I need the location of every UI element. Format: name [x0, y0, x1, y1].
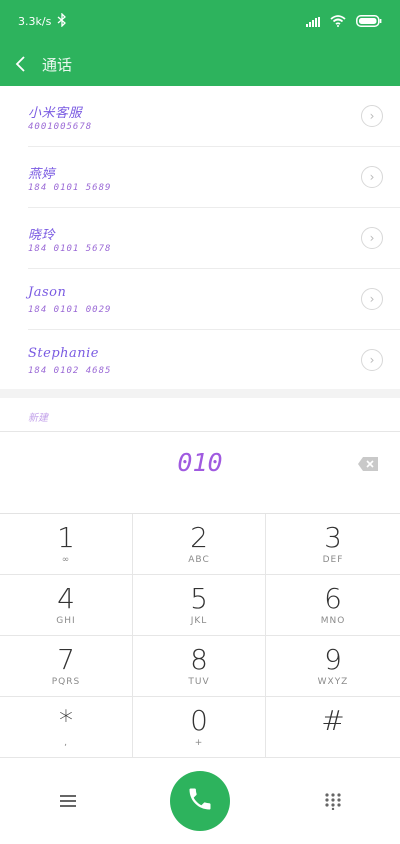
status-right [306, 12, 382, 31]
key-digit: 2 [190, 521, 208, 554]
signal-icon [306, 12, 320, 31]
wifi-icon [330, 12, 346, 31]
backspace-icon[interactable] [357, 456, 379, 472]
dialpad-icon[interactable] [324, 792, 342, 811]
number-display: 010 [0, 431, 400, 514]
bottom-action-bar [0, 758, 400, 844]
key-4[interactable]: 4 GHI [0, 575, 133, 636]
key-star[interactable]: * , [0, 697, 133, 758]
key-digit: 5 [190, 582, 208, 615]
key-letters: PQRS [51, 677, 81, 687]
contact-name: 晓玲 [28, 228, 56, 243]
contact-number: 184 0101 0029 [28, 305, 112, 315]
key-letters: TUV [188, 677, 210, 687]
key-letters: GHI [56, 616, 76, 626]
contact-row[interactable]: Jason 184 0101 0029 › [0, 269, 400, 330]
key-0[interactable]: 0 + [133, 697, 266, 758]
chevron-right-circle-icon[interactable]: › [361, 288, 383, 310]
key-6[interactable]: 6 MNO [266, 575, 400, 636]
key-digit: 7 [57, 643, 75, 676]
contact-number: 184 0101 5678 [28, 244, 112, 254]
chevron-right-circle-icon[interactable]: › [361, 349, 383, 371]
contact-row[interactable]: 燕婷 184 0101 5689 › [0, 147, 400, 208]
key-digit: * [59, 704, 73, 737]
voicemail-icon: ∞ [61, 555, 71, 565]
contact-number: 184 0102 4685 [28, 366, 112, 376]
menu-icon[interactable] [58, 792, 78, 810]
key-digit: 0 [190, 704, 208, 737]
dialed-number: 010 [177, 448, 223, 477]
section-gap [0, 389, 400, 398]
bluetooth-icon [57, 12, 67, 30]
call-button[interactable] [170, 771, 230, 831]
page-title: 通话 [42, 56, 73, 74]
key-1[interactable]: 1 ∞ [0, 514, 133, 575]
contact-number: 184 0101 5689 [28, 183, 112, 193]
app-bar: 通话 [0, 42, 400, 86]
key-letters: + [194, 738, 204, 748]
contact-row[interactable]: 小米客服 4001005678 › [0, 86, 400, 147]
chevron-right-circle-icon[interactable]: › [361, 105, 383, 127]
contact-list: 小米客服 4001005678 › 燕婷 184 0101 5689 › 晓玲 … [0, 86, 400, 391]
new-contact-link[interactable]: 新建 [28, 409, 48, 424]
contact-name: 燕婷 [28, 167, 56, 182]
contact-name: Jason [28, 285, 67, 300]
key-7[interactable]: 7 PQRS [0, 636, 133, 697]
key-digit: 6 [324, 582, 342, 615]
network-speed: 3.3k/s [18, 15, 52, 28]
key-digit: 8 [190, 643, 208, 676]
key-letters: , [64, 738, 68, 748]
key-8[interactable]: 8 TUV [133, 636, 266, 697]
dial-keypad: 1 ∞ 2 ABC 3 DEF 4 GHI 5 JKL 6 MNO 7 PQRS… [0, 513, 400, 759]
key-5[interactable]: 5 JKL [133, 575, 266, 636]
phone-icon [186, 785, 214, 817]
chevron-right-circle-icon[interactable]: › [361, 227, 383, 249]
key-3[interactable]: 3 DEF [266, 514, 400, 575]
status-left: 3.3k/s [18, 12, 67, 30]
status-bar: 3.3k/s [0, 0, 400, 42]
key-letters: WXYZ [317, 677, 349, 687]
key-letters: MNO [320, 616, 346, 626]
battery-icon [356, 12, 382, 31]
contact-row[interactable]: 晓玲 184 0101 5678 › [0, 208, 400, 269]
contact-name: Stephanie [28, 346, 99, 361]
contact-row[interactable]: Stephanie 184 0102 4685 › [0, 330, 400, 391]
key-digit: 4 [57, 582, 75, 615]
key-2[interactable]: 2 ABC [133, 514, 266, 575]
key-letters: ABC [188, 555, 210, 565]
back-icon[interactable] [12, 54, 32, 74]
key-digit: 3 [324, 521, 342, 554]
key-digit: # [321, 704, 345, 737]
key-letters: DEF [322, 555, 344, 565]
key-digit: 9 [324, 643, 342, 676]
contact-number: 4001005678 [28, 122, 93, 132]
key-digit: 1 [57, 521, 75, 554]
chevron-right-circle-icon[interactable]: › [361, 166, 383, 188]
key-hash[interactable]: # [266, 697, 400, 758]
contact-name: 小米客服 [28, 106, 83, 121]
key-9[interactable]: 9 WXYZ [266, 636, 400, 697]
key-letters: JKL [190, 616, 208, 626]
